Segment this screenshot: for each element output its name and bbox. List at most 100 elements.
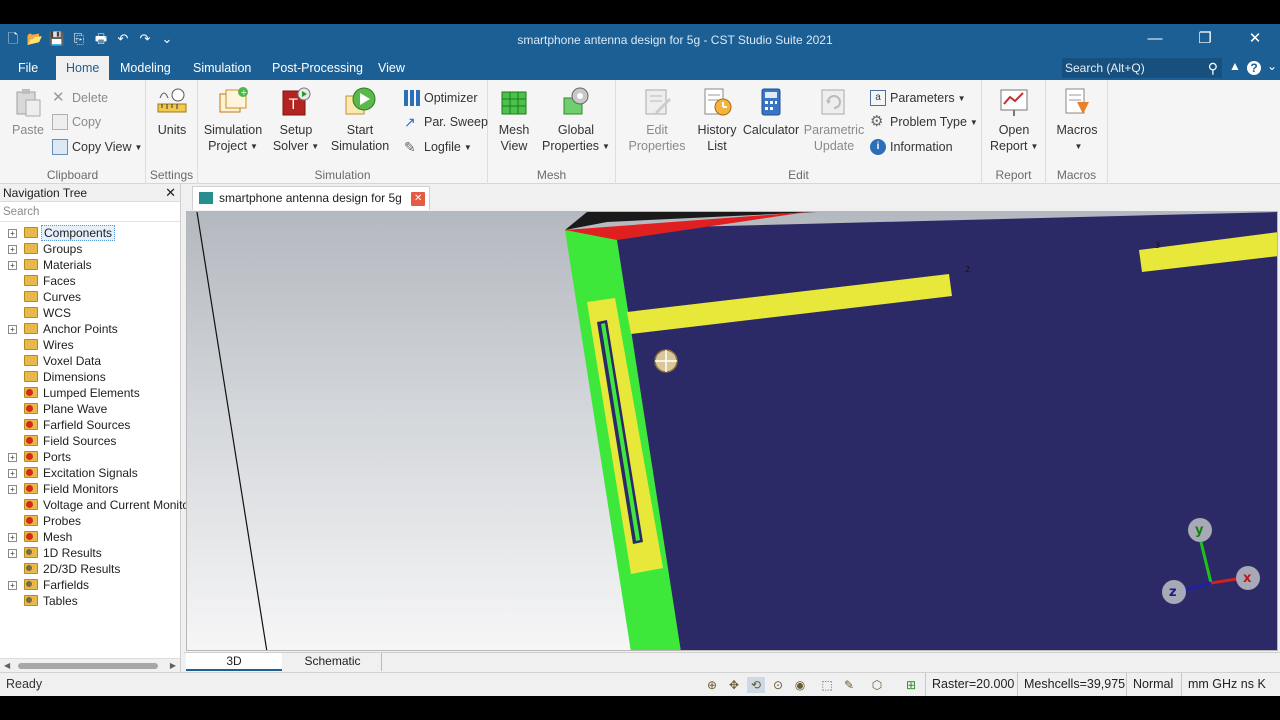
expand-icon[interactable]: +	[8, 469, 17, 478]
pan-icon[interactable]: ✥	[725, 677, 743, 693]
nav-tree-item[interactable]: + Components	[0, 225, 180, 241]
expand-icon[interactable]: +	[8, 245, 17, 254]
tab-modeling[interactable]: Modeling	[112, 56, 179, 80]
scroll-left-icon[interactable]: ◀	[4, 659, 10, 673]
history-list-button[interactable]: History List	[696, 86, 738, 154]
copy-button[interactable]: Copy	[52, 112, 101, 132]
view-tab-bar: 3D Schematic	[184, 652, 1280, 672]
start-simulation-button[interactable]: Start Simulation	[328, 86, 392, 154]
expand-icon[interactable]: +	[8, 453, 17, 462]
nav-tree-item[interactable]: + Excitation Signals	[0, 465, 180, 481]
nav-tree-item[interactable]: Curves	[0, 289, 180, 305]
chevron-down-icon: ▼	[463, 142, 472, 152]
scroll-right-icon[interactable]: ▶	[170, 659, 176, 673]
nav-tree-item[interactable]: Tables	[0, 593, 180, 609]
tab-file[interactable]: File	[10, 56, 46, 80]
units-button[interactable]: Units	[154, 86, 190, 138]
nav-tree-item[interactable]: 2D/3D Results	[0, 561, 180, 577]
zoom-window-icon[interactable]: ⊙	[769, 677, 787, 693]
help-options-icon[interactable]: ⌄	[1267, 59, 1277, 73]
parameters-button[interactable]: a Parameters ▼	[870, 88, 966, 108]
horizontal-scrollbar[interactable]: ◀ ▶	[0, 658, 180, 672]
information-button[interactable]: i Information	[870, 137, 953, 157]
3d-viewport[interactable]: 2 3 y x z	[186, 211, 1278, 651]
copy-view-button[interactable]: Copy View ▼	[52, 137, 142, 157]
folder-icon	[24, 243, 38, 254]
grid-icon[interactable]: ⊞	[902, 677, 920, 693]
copy-icon	[52, 113, 68, 130]
zoom-icon[interactable]: ⊕	[703, 677, 721, 693]
collapse-ribbon-icon[interactable]: ▲	[1229, 59, 1241, 73]
nav-tree-item[interactable]: Voxel Data	[0, 353, 180, 369]
nav-tree-item[interactable]: Plane Wave	[0, 401, 180, 417]
navigation-search-input[interactable]: Search	[0, 202, 180, 222]
view-mode-readout[interactable]: Normal	[1126, 673, 1173, 696]
view-cube-icon[interactable]: ⬡	[868, 677, 886, 693]
scrollbar-thumb[interactable]	[18, 663, 158, 669]
parametric-update-button[interactable]: Parametric Update	[802, 86, 866, 154]
expand-icon[interactable]: +	[8, 485, 17, 494]
macros-button[interactable]: Macros ▼	[1054, 86, 1100, 155]
calculator-button[interactable]: Calculator	[742, 86, 800, 138]
expand-icon[interactable]: +	[8, 261, 17, 270]
simulation-project-button[interactable]: + Simulation Project ▼	[202, 86, 264, 155]
help-icon[interactable]: ?	[1247, 61, 1261, 75]
tab-schematic[interactable]: Schematic	[284, 653, 382, 671]
open-report-button[interactable]: Open Report ▼	[990, 86, 1038, 155]
close-icon[interactable]: ✕	[411, 191, 426, 206]
close-button[interactable]: ✕	[1230, 24, 1280, 56]
nav-tree-item[interactable]: Field Sources	[0, 433, 180, 449]
draw-icon[interactable]: ✎	[840, 677, 858, 693]
nav-tree-item[interactable]: +1D Results	[0, 545, 180, 561]
nav-tree-item[interactable]: + Field Monitors	[0, 481, 180, 497]
expand-icon[interactable]: +	[8, 229, 17, 238]
fit-view-icon[interactable]: ⬚	[818, 677, 836, 693]
tab-home[interactable]: Home	[56, 56, 110, 80]
nav-tree-item[interactable]: + Anchor Points	[0, 321, 180, 337]
tab-simulation[interactable]: Simulation	[185, 56, 259, 80]
mesh-view-button[interactable]: Mesh View	[494, 86, 534, 154]
expand-icon[interactable]: +	[8, 581, 17, 590]
spin-icon[interactable]: ◉	[791, 677, 809, 693]
edit-properties-button[interactable]: Edit Properties	[624, 86, 690, 154]
parametric-update-label-2: Update	[813, 139, 855, 153]
nav-tree-item[interactable]: WCS	[0, 305, 180, 321]
document-tab[interactable]: smartphone antenna design for 5g ✕	[192, 186, 431, 210]
nav-tree-item[interactable]: Dimensions	[0, 369, 180, 385]
nav-tree-item[interactable]: + Groups	[0, 241, 180, 257]
nav-tree-item[interactable]: + Farfields	[0, 577, 180, 593]
par-sweep-button[interactable]: ↗ Par. Sweep	[404, 112, 488, 132]
expand-icon[interactable]: +	[8, 325, 17, 334]
setup-solver-button[interactable]: T Setup Solver ▼	[272, 86, 320, 155]
nav-tree-item[interactable]: Farfield Sources	[0, 417, 180, 433]
paste-button[interactable]: Paste	[10, 86, 46, 138]
problem-type-button[interactable]: ⚙ Problem Type ▼	[870, 112, 978, 132]
setup-solver-label-1: Setup	[279, 123, 313, 137]
tab-view[interactable]: View	[370, 56, 413, 80]
optimizer-button[interactable]: Optimizer	[404, 88, 477, 108]
minimize-button[interactable]: —	[1130, 24, 1180, 56]
close-icon[interactable]: ✕	[165, 184, 176, 202]
nav-tree-item[interactable]: + Ports	[0, 449, 180, 465]
tab-post-processing[interactable]: Post-Processing	[264, 56, 371, 80]
nav-tree-item[interactable]: Voltage and Current Monitors	[0, 497, 199, 513]
nav-tree-item[interactable]: Lumped Elements	[0, 385, 180, 401]
nav-tree-item[interactable]: Probes	[0, 513, 180, 529]
nav-tree-item[interactable]: + Mesh	[0, 529, 180, 545]
nav-tree-item[interactable]: Faces	[0, 273, 180, 289]
expand-icon[interactable]: +	[8, 549, 17, 558]
tab-3d[interactable]: 3D	[186, 653, 282, 671]
expand-icon[interactable]: +	[8, 533, 17, 542]
delete-button[interactable]: ✕ Delete	[52, 88, 108, 108]
nav-tree-item[interactable]: Wires	[0, 337, 180, 353]
rotate-icon[interactable]: ⟲	[747, 677, 765, 693]
nav-tree-item[interactable]: + Materials	[0, 257, 180, 273]
global-properties-button[interactable]: Global Properties ▼	[542, 86, 610, 155]
simulation-group-label: Simulation	[314, 168, 371, 182]
restore-button[interactable]: ❐	[1180, 24, 1230, 56]
logfile-button[interactable]: ✎ Logfile ▼	[404, 137, 472, 157]
group-settings: Units Settings	[146, 80, 198, 184]
ribbon-search-box[interactable]: Search (Alt+Q) ⚲	[1062, 58, 1222, 78]
par-sweep-label: Par. Sweep	[424, 115, 488, 129]
nav-tree-item-label: Ports	[43, 450, 72, 464]
